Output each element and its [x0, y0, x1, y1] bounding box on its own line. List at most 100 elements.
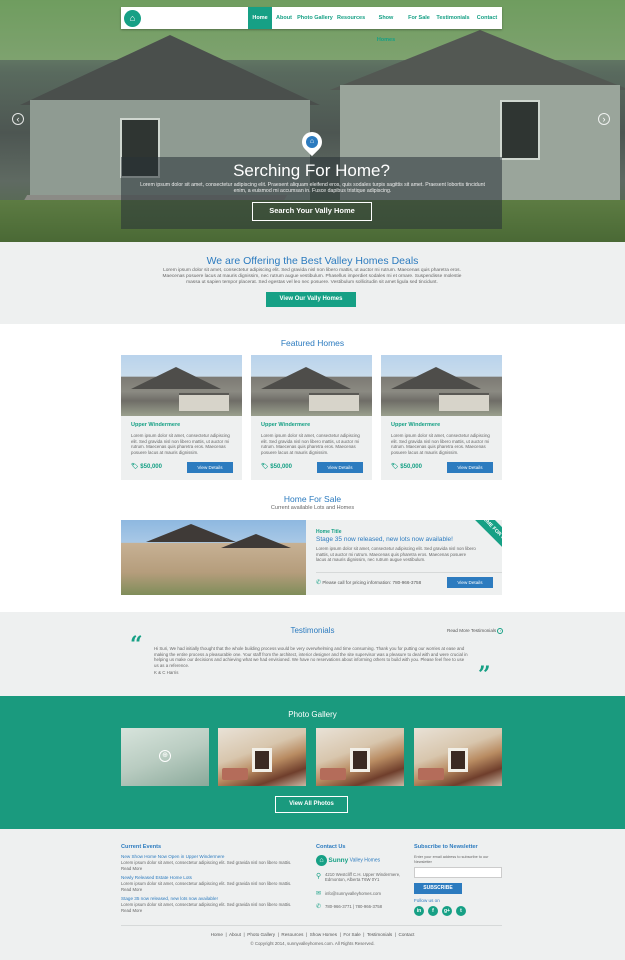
view-details-button[interactable]: View Details: [187, 462, 233, 473]
testimonial-author: K & C Harris: [154, 670, 179, 675]
event-link[interactable]: Newly Released Estate Home Lots: [121, 875, 192, 880]
sale-label: Home Title: [316, 529, 342, 535]
read-more-testimonials[interactable]: Read More Testimonials ›: [447, 628, 504, 634]
subscribe-button[interactable]: SUBSCRIBE: [414, 883, 462, 894]
facebook-icon[interactable]: f: [428, 906, 438, 916]
close-quote-icon: ”: [478, 662, 491, 688]
phone-icon: ✆: [316, 580, 322, 586]
google-plus-icon[interactable]: g+: [442, 906, 452, 916]
footer-nav-contact[interactable]: Contact: [399, 932, 415, 937]
testimonials-title: Testimonials: [290, 626, 335, 635]
slider-next-arrow-icon[interactable]: ›: [598, 113, 610, 125]
slider-prev-arrow-icon[interactable]: ‹: [12, 113, 24, 125]
footer-nav-photo-gallery[interactable]: Photo Gallery: [247, 932, 275, 937]
card-title[interactable]: Upper Windermere: [131, 422, 180, 428]
twitter-icon[interactable]: t: [456, 906, 466, 916]
view-details-button[interactable]: View Details: [447, 462, 493, 473]
view-all-photos-button[interactable]: View All Photos: [275, 796, 348, 813]
footer-divider: [121, 925, 502, 926]
brand-name: Sunny: [328, 857, 349, 864]
event-link[interactable]: Stage 35 now released, new lots now avai…: [121, 896, 218, 901]
footer-nav-about[interactable]: About: [229, 932, 241, 937]
newsletter-email-input[interactable]: [414, 867, 502, 878]
contact-title: Contact Us: [316, 844, 346, 850]
card-title[interactable]: Upper Windermere: [391, 422, 440, 428]
contact-phones: 780-966-3771 | 780-966-3758: [325, 904, 383, 909]
price-tag-icon: 🏷: [131, 464, 139, 470]
footer-nav-home[interactable]: Home: [211, 932, 223, 937]
event-read-more[interactable]: Read More: [121, 908, 142, 913]
zoom-icon[interactable]: ⊕: [159, 750, 171, 762]
offer-title: We are Offering the Best Valley Homes De…: [206, 255, 419, 267]
gallery-photo[interactable]: [414, 728, 502, 786]
nav-photo-gallery[interactable]: Photo Gallery: [297, 7, 333, 29]
gallery-photo[interactable]: [316, 728, 404, 786]
testimonial-text: Hi Suri, We had initially thought that t…: [154, 646, 468, 668]
card-price: $50,000: [140, 464, 162, 470]
main-nav: ⌂ Home About Photo Gallery Resources Sho…: [121, 7, 502, 43]
read-more-label: Read More Testimonials: [447, 628, 497, 633]
price-tag-icon: 🏷: [391, 464, 399, 470]
card-desc: Lorem ipsum dolor sit amet, consectetur …: [261, 433, 360, 455]
footer-nav-testimonials[interactable]: Testimonials: [367, 932, 392, 937]
sale-listing: Home Title Stage 35 now released, new lo…: [121, 520, 502, 595]
map-pin-icon: ⚲: [316, 873, 322, 880]
footer-logo: ⌂ Sunny Valley Homes: [316, 855, 380, 866]
price-tag-icon: 🏷: [261, 464, 269, 470]
sale-subtitle: Current available Lots and Homes: [270, 505, 355, 511]
sale-view-details-button[interactable]: View Details: [447, 577, 493, 588]
home-logo-icon: ⌂: [316, 855, 327, 866]
featured-card: Upper Windermere Lorem ipsum dolor sit a…: [251, 355, 372, 480]
view-details-button[interactable]: View Details: [317, 462, 363, 473]
featured-card: Upper Windermere Lorem ipsum dolor sit a…: [381, 355, 502, 480]
divider: [316, 572, 502, 573]
brand-suffix: Valley Homes: [349, 857, 381, 864]
gallery-photo[interactable]: [218, 728, 306, 786]
open-quote-icon: “: [130, 632, 143, 658]
sale-home-photo: [121, 520, 306, 595]
nav-home[interactable]: Home: [248, 7, 272, 29]
sale-desc: Lorem ipsum dolor sit amet, consectetur …: [316, 546, 476, 563]
nav-resources[interactable]: Resources: [337, 7, 365, 29]
card-desc: Lorem ipsum dolor sit amet, consectetur …: [391, 433, 490, 455]
sale-headline[interactable]: Stage 35 now released, new lots now avai…: [316, 536, 453, 543]
event-link[interactable]: New Show Home Now Open in Upper Winderme…: [121, 854, 224, 859]
nav-about[interactable]: About: [273, 7, 295, 29]
hero-title: Serching For Home?: [233, 161, 390, 180]
subscribe-title: Subscribe to Newsletter: [414, 844, 478, 850]
nav-testimonials[interactable]: Testimonials: [435, 7, 471, 29]
nav-contact[interactable]: Contact: [475, 7, 499, 29]
search-home-button[interactable]: Search Your Vally Home: [252, 202, 372, 221]
gallery-title: Photo Gallery: [288, 710, 337, 719]
featured-card: Upper Windermere Lorem ipsum dolor sit a…: [121, 355, 242, 480]
nav-show-homes[interactable]: Show Homes: [369, 7, 403, 43]
view-homes-button[interactable]: View Our Vally Homes: [266, 292, 356, 307]
event-read-more[interactable]: Read More: [121, 887, 142, 892]
nav-for-sale[interactable]: For Sale: [407, 7, 431, 29]
card-title[interactable]: Upper Windermere: [261, 422, 310, 428]
sale-phone-text: Please call for pricing information: 780…: [322, 580, 422, 585]
footer-nav-show-homes[interactable]: Show Homes: [310, 932, 337, 937]
home-photo: [251, 355, 372, 416]
contact-email[interactable]: info@sunnyvalleyhomes.com: [325, 891, 381, 896]
arrow-right-icon: ›: [497, 628, 504, 634]
card-price: $50,000: [400, 464, 422, 470]
event-text: Lorem ipsum dolor sit amet, consectetur …: [121, 881, 292, 886]
event-read-more[interactable]: Read More: [121, 866, 142, 871]
home-logo-icon[interactable]: ⌂: [124, 10, 141, 27]
phone-icon: ✆: [316, 904, 322, 910]
home-photo: [381, 355, 502, 416]
footer-nav-resources[interactable]: Resources: [281, 932, 303, 937]
house-roof: [20, 35, 320, 105]
price-tag: 🏷 $50,000: [391, 463, 422, 470]
event-text: Lorem ipsum dolor sit amet, consectetur …: [121, 860, 292, 865]
offer-text: Lorem ipsum dolor sit amet, consectetur …: [162, 268, 462, 285]
footer-nav: Home | About | Photo Gallery | Resources…: [210, 932, 415, 937]
footer-nav-for-sale[interactable]: For Sale: [343, 932, 360, 937]
follow-label: Follow us on: [414, 898, 440, 903]
gallery-photo[interactable]: ⊕: [121, 728, 209, 786]
hero-text: Lorem ipsum dolor sit amet, consectetur …: [140, 182, 485, 194]
sale-title: Home For Sale: [283, 494, 342, 504]
house-roof: [330, 30, 625, 90]
linkedin-icon[interactable]: in: [414, 906, 424, 916]
